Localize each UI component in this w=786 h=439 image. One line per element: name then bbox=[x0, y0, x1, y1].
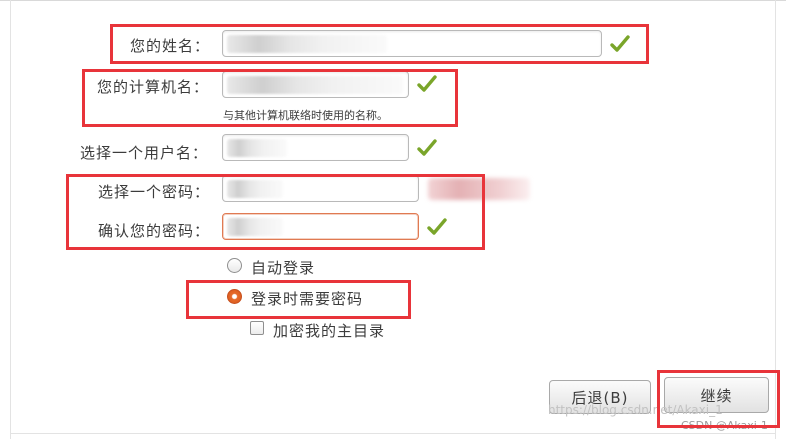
redacted-value bbox=[227, 139, 287, 157]
encrypt-home-checkbox[interactable] bbox=[250, 321, 264, 335]
window-top-edge bbox=[0, 0, 786, 1]
annotation-box-require-password bbox=[186, 280, 411, 319]
auto-login-label: 自动登录 bbox=[251, 259, 316, 277]
annotation-box-continue bbox=[657, 370, 780, 428]
annotation-box-name bbox=[110, 24, 649, 64]
window-left-edge bbox=[10, 0, 11, 439]
window-bottom-edge bbox=[10, 433, 776, 434]
auto-login-radio[interactable] bbox=[227, 258, 242, 273]
annotation-box-computer-name bbox=[82, 69, 458, 127]
username-valid-check-icon bbox=[417, 139, 437, 156]
username-input[interactable] bbox=[222, 134, 409, 161]
encrypt-home-label: 加密我的主目录 bbox=[273, 322, 386, 340]
username-label: 选择一个用户名： bbox=[80, 144, 209, 162]
annotation-box-password bbox=[66, 174, 485, 250]
